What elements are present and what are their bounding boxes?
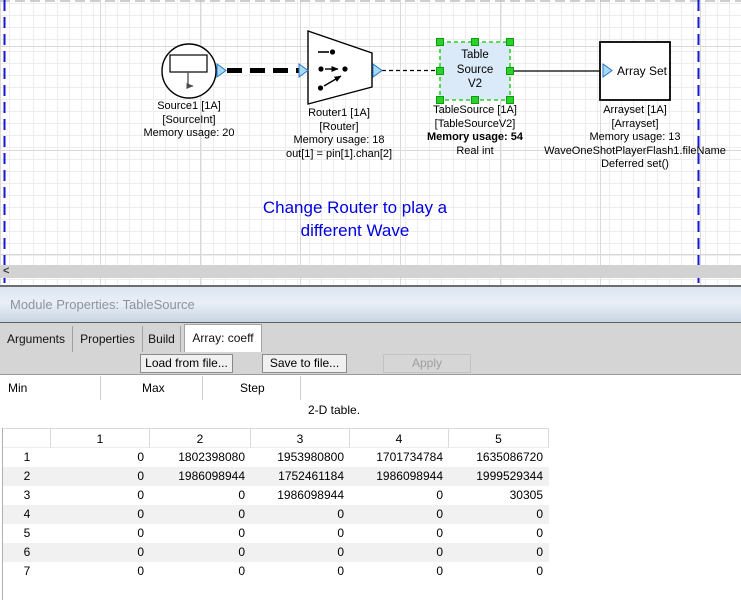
col-header: 3: [251, 428, 350, 448]
panel-toolbar-area: Arguments Properties Build Array: coeff …: [0, 322, 741, 375]
table-cell[interactable]: 0: [251, 543, 350, 562]
table-cell[interactable]: 0: [51, 505, 150, 524]
row-header: 4: [3, 505, 51, 524]
router1-output-pin[interactable]: [373, 64, 382, 77]
row-header: 3: [3, 486, 51, 505]
tab-build[interactable]: Build: [143, 326, 181, 352]
table-cell[interactable]: 0: [350, 562, 449, 581]
save-to-file-button[interactable]: Save to file...: [262, 354, 347, 373]
table-cell[interactable]: 1999529344: [449, 467, 549, 486]
table-header-row: 1 2 3 4 5: [3, 428, 549, 448]
table-cell[interactable]: 0: [449, 524, 549, 543]
table-cell[interactable]: 0: [251, 562, 350, 581]
min-label: Min: [8, 381, 27, 395]
table-cell[interactable]: 30305: [449, 486, 549, 505]
table-cell[interactable]: 0: [51, 448, 150, 467]
table-cell[interactable]: 0: [251, 505, 350, 524]
col-header: 1: [51, 428, 150, 448]
table-cell[interactable]: 0: [51, 486, 150, 505]
table-cell[interactable]: 0: [51, 543, 150, 562]
table-cell[interactable]: 1986098944: [251, 486, 350, 505]
table-caption: 2-D table.: [308, 403, 360, 417]
table-cell[interactable]: 0: [51, 524, 150, 543]
router1-caption: Router1 [1A] [Router] Memory usage: 18 o…: [286, 107, 392, 161]
table-cell[interactable]: 0: [350, 505, 449, 524]
table-cell[interactable]: 0: [449, 562, 549, 581]
table-cell[interactable]: 0: [150, 505, 251, 524]
canvas-annotation[interactable]: Change Router to play a different Wave: [263, 196, 447, 242]
schematic-canvas[interactable]: Table Source V2 Array Set Source1 [1A] […: [0, 0, 741, 285]
table-cell[interactable]: 0: [350, 486, 449, 505]
source1-output-pin[interactable]: [217, 64, 226, 77]
arrayset-caption: Arrayset [1A] [Arrayset] Memory usage: 1…: [544, 104, 726, 172]
table-cell[interactable]: 1802398080: [150, 448, 251, 467]
table-cell[interactable]: 1986098944: [150, 467, 251, 486]
tablesource-inner-label: Table Source V2: [457, 48, 493, 92]
table-row: 2 0 1986098944 1752461184 1986098944 199…: [3, 467, 549, 486]
source1-caption: Source1 [1A] [SourceInt] Memory usage: 2…: [143, 100, 234, 141]
panel-title: Module Properties: TableSource: [10, 287, 195, 322]
field-separator: [300, 376, 301, 400]
table-cell[interactable]: 0: [150, 486, 251, 505]
table-cell[interactable]: 1986098944: [350, 467, 449, 486]
table-row: 7 0 0 0 0 0: [3, 562, 549, 581]
table-cell[interactable]: 0: [350, 543, 449, 562]
table-cell[interactable]: 1635086720: [449, 448, 549, 467]
table-row: 4 0 0 0 0 0: [3, 505, 549, 524]
table-cell[interactable]: 1752461184: [251, 467, 350, 486]
horizontal-scrollbar[interactable]: <: [0, 265, 741, 278]
col-header: 2: [150, 428, 251, 448]
table-cell[interactable]: 0: [150, 562, 251, 581]
tab-arguments[interactable]: Arguments: [0, 326, 73, 352]
table-cell[interactable]: 1701734784: [350, 448, 449, 467]
table-row: 5 0 0 0 0 0: [3, 524, 549, 543]
table-cell[interactable]: 0: [51, 467, 150, 486]
table-cell[interactable]: 0: [150, 524, 251, 543]
row-header: 1: [3, 448, 51, 467]
panel-titlebar: Module Properties: TableSource: [0, 287, 741, 322]
col-header: 5: [449, 428, 549, 448]
row-header: 5: [3, 524, 51, 543]
table-cell[interactable]: 0: [51, 562, 150, 581]
table-cell[interactable]: 0: [350, 524, 449, 543]
table-cell[interactable]: 0: [150, 543, 251, 562]
source1-symbol-rect: [170, 55, 207, 72]
table-cell[interactable]: 0: [449, 543, 549, 562]
scroll-left-icon[interactable]: <: [3, 265, 9, 278]
load-from-file-button[interactable]: Load from file...: [140, 354, 233, 373]
router1-block[interactable]: [308, 31, 372, 104]
field-separator: [202, 376, 203, 400]
field-separator: [100, 376, 101, 400]
table-cell[interactable]: 1953980800: [251, 448, 350, 467]
arrayset-inner-label: Array Set: [617, 64, 667, 78]
tab-array-coeff[interactable]: Array: coeff: [184, 324, 262, 352]
corner-cell: [3, 428, 51, 448]
col-header: 4: [350, 428, 449, 448]
table-cell[interactable]: 0: [251, 524, 350, 543]
max-label: Max: [142, 381, 165, 395]
router1-input-pin[interactable]: [299, 64, 308, 77]
row-header: 6: [3, 543, 51, 562]
table-row: 6 0 0 0 0 0: [3, 543, 549, 562]
app-window: Table Source V2 Array Set Source1 [1A] […: [0, 0, 741, 600]
coeff-table: 1 2 3 4 5 1 0 1802398080 1953980800 1701…: [2, 428, 549, 600]
table-cell[interactable]: 0: [449, 505, 549, 524]
row-header: 7: [3, 562, 51, 581]
row-header: 2: [3, 467, 51, 486]
tablesource-caption: TableSource [1A] [TableSourceV2] Memory …: [427, 104, 523, 158]
table-row: 1 0 1802398080 1953980800 1701734784 163…: [3, 448, 549, 467]
tab-properties[interactable]: Properties: [73, 326, 143, 352]
tab-strip: Arguments Properties Build: [0, 326, 181, 352]
table-row: 3 0 0 1986098944 0 30305: [3, 486, 549, 505]
apply-button[interactable]: Apply: [383, 354, 471, 373]
step-label: Step: [240, 381, 265, 395]
